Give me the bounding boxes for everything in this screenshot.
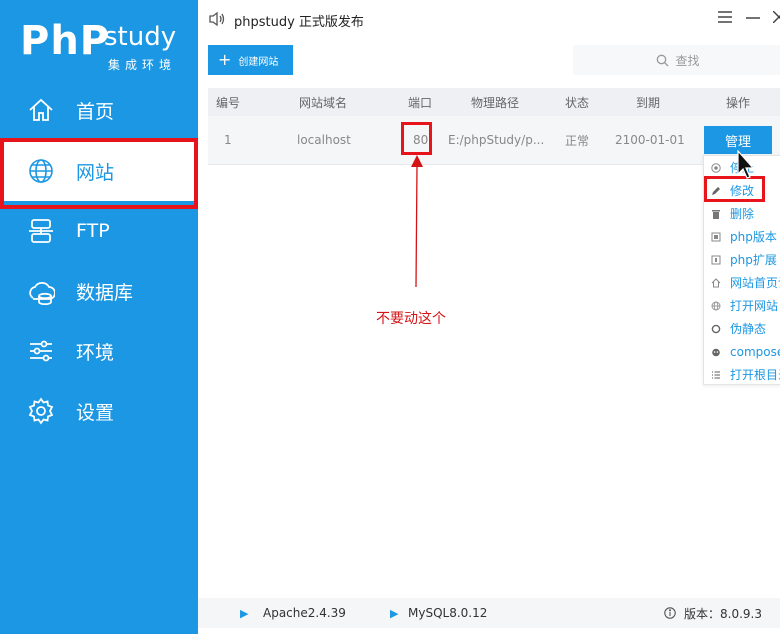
php-icon [710, 231, 722, 243]
mouse-cursor-icon [737, 150, 755, 179]
column-header-port: 端口 [408, 95, 433, 110]
database-icon [26, 276, 56, 306]
column-header-expire: 到期 [636, 95, 661, 110]
menu-item-rewrite[interactable]: 伪静态 [704, 317, 780, 340]
cycle-icon [710, 323, 722, 335]
sidebar-item-database[interactable]: 数据库 [0, 261, 198, 321]
close-icon[interactable] [770, 10, 780, 28]
column-header-path: 物理路径 [471, 95, 520, 110]
ftp-icon [26, 216, 56, 246]
menu-item-label: 打开根目录 [730, 368, 780, 382]
create-website-button[interactable]: + 创建网站 [208, 45, 293, 75]
sidebar-item-label: 设置 [76, 401, 115, 424]
menu-item-homepage-setting[interactable]: 网站首页设置 [704, 271, 780, 294]
menu-item-composer[interactable]: composer [704, 340, 780, 363]
version-label: 版本：8.0.9.3 [684, 606, 762, 621]
gear-icon [26, 396, 56, 426]
column-header-id: 编号 [216, 95, 241, 110]
search-placeholder: 查找 [675, 53, 700, 68]
website-highlight-box [0, 138, 198, 209]
table-row[interactable]: 1 localhost 80 E:/phpStudy/p... 正常 2100-… [208, 116, 780, 165]
apache-status: Apache2.4.39 [263, 606, 346, 620]
puzzle-icon [710, 254, 722, 266]
cell-path: E:/phpStudy/p... [448, 133, 545, 147]
menu-item-open-website[interactable]: 打开网站 [704, 294, 780, 317]
sidebar-item-label: 首页 [76, 100, 115, 123]
menu-item-label: 打开网站 [730, 299, 779, 313]
column-header-status: 状态 [565, 95, 590, 110]
sidebar-item-label: 环境 [76, 341, 115, 364]
title-bar: phpstudy 正式版发布 [198, 0, 780, 38]
menu-item-php-extension[interactable]: php扩展 [704, 248, 780, 271]
home-small-icon [710, 277, 722, 289]
sidebar-item-home[interactable]: 首页 [0, 80, 198, 140]
logo-subtitle: 集成环境 [108, 58, 177, 72]
menu-item-label: php版本 [730, 230, 777, 244]
stop-icon [710, 162, 722, 174]
menu-item-label: 删除 [730, 207, 755, 221]
annotation-note: 不要动这个 [376, 311, 446, 327]
sidebar-item-ftp[interactable]: FTP [0, 201, 198, 261]
menu-icon[interactable] [716, 10, 734, 28]
sidebar-item-environment[interactable]: 环境 [0, 321, 198, 381]
window-title: phpstudy 正式版发布 [234, 15, 364, 30]
menu-item-label: 伪静态 [730, 322, 767, 336]
search-icon [657, 54, 669, 66]
minimize-icon[interactable] [744, 10, 762, 28]
home-icon [26, 95, 56, 125]
menu-item-label: php扩展 [730, 253, 777, 267]
sidebar: PhP study 集成环境 首页 网站 FTP 数据库 环境 设置 [0, 0, 198, 634]
status-bar: ▶ Apache2.4.39 ▶ MySQL8.0.12 版本：8.0.9.3 [198, 598, 780, 628]
column-header-action: 操作 [726, 95, 751, 110]
sidebar-item-label: FTP [76, 220, 110, 242]
create-website-label: 创建网站 [238, 56, 279, 68]
mysql-play-icon[interactable]: ▶ [390, 598, 398, 628]
annotation-arrow-icon [411, 155, 423, 288]
trash-icon [710, 208, 722, 220]
column-header-domain: 网站域名 [299, 95, 348, 110]
info-icon [664, 598, 676, 628]
mysql-status: MySQL8.0.12 [408, 606, 488, 620]
menu-item-delete[interactable]: 删除 [704, 202, 780, 225]
cell-status: 正常 [565, 133, 590, 148]
sliders-icon [26, 336, 56, 366]
menu-item-open-root[interactable]: 打开根目录 [704, 363, 780, 386]
search-input[interactable]: 查找 [573, 45, 780, 75]
globe-small-icon [710, 300, 722, 312]
list-icon [710, 369, 722, 381]
cell-domain: localhost [297, 133, 351, 147]
logo-php: PhP [20, 18, 111, 64]
menu-item-label: 网站首页设置 [730, 276, 780, 290]
cell-expire: 2100-01-01 [615, 133, 685, 147]
sidebar-item-label: 数据库 [76, 281, 134, 304]
menu-item-php-version[interactable]: php版本 [704, 225, 780, 248]
apache-play-icon[interactable]: ▶ [240, 598, 248, 628]
app-logo: PhP study 集成环境 [20, 18, 190, 78]
port-highlight-box [401, 122, 432, 155]
logo-study: study [104, 22, 177, 52]
speaker-icon[interactable] [208, 11, 226, 30]
plus-icon: + [218, 50, 232, 69]
composer-icon [710, 346, 722, 358]
menu-item-label: composer [730, 344, 780, 359]
cell-id: 1 [224, 133, 232, 147]
table-header: 编号 网站域名 端口 物理路径 状态 到期 操作 [208, 88, 780, 116]
sidebar-item-settings[interactable]: 设置 [0, 381, 198, 441]
